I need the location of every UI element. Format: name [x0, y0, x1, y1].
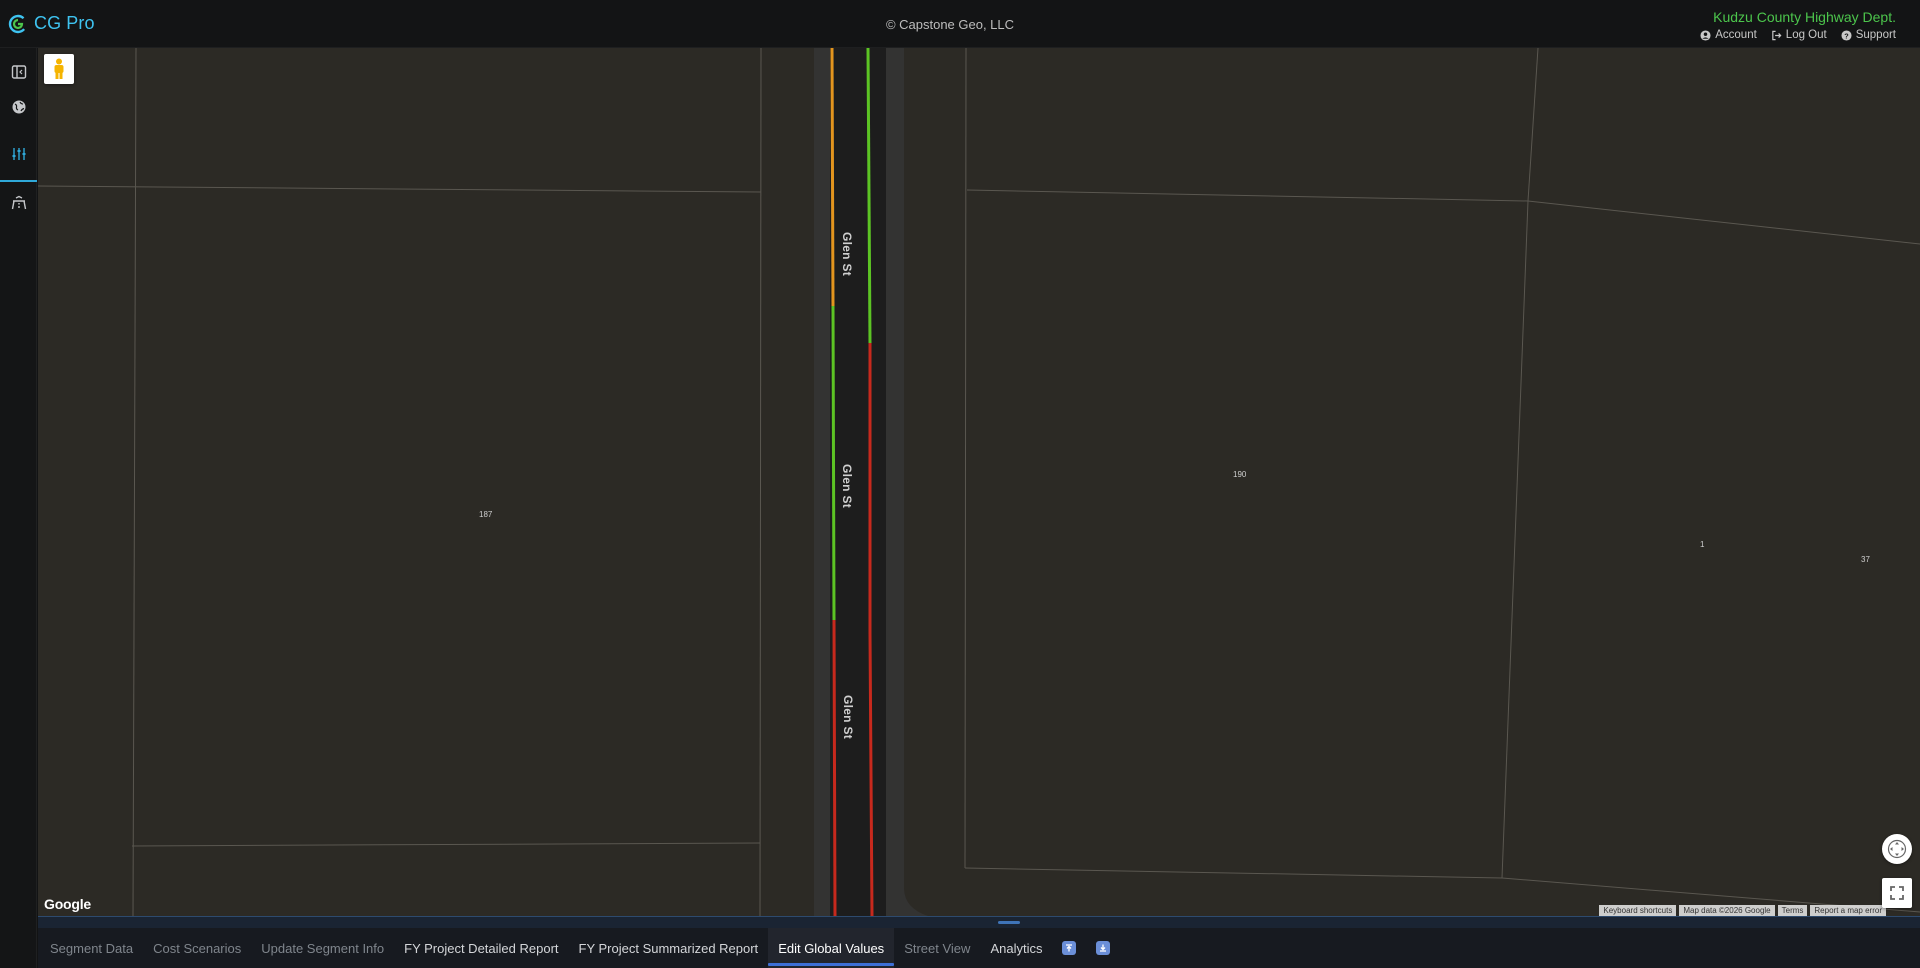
collapse-down-icon: [1096, 941, 1111, 955]
rail-road[interactable]: [0, 185, 37, 221]
expand-panel-button[interactable]: [1052, 928, 1086, 968]
logout-icon: [1772, 30, 1782, 40]
parcel-number: 190: [1233, 470, 1247, 479]
support-label: Support: [1855, 29, 1896, 41]
panel-splitter[interactable]: [38, 916, 1920, 928]
camera-control-icon: [1887, 839, 1907, 859]
parcel-number: 187: [479, 510, 493, 519]
fullscreen-button[interactable]: [1882, 878, 1912, 908]
segment-poor: [832, 619, 837, 916]
globe-icon: [12, 100, 25, 114]
street-view-pegman[interactable]: [44, 54, 74, 84]
segment-fair: [830, 48, 835, 307]
panel-toggle-icon: [11, 65, 26, 79]
rail-active-indicator: [0, 180, 37, 182]
rail-panel-toggle[interactable]: [0, 54, 37, 90]
side-rail: [0, 48, 37, 968]
bottom-tab-bar: Segment Data Cost Scenarios Update Segme…: [38, 928, 1920, 968]
tab-fy-project-detailed-report[interactable]: FY Project Detailed Report: [394, 928, 568, 968]
tab-cost-scenarios[interactable]: Cost Scenarios: [143, 928, 251, 968]
camera-control-button[interactable]: [1882, 834, 1912, 864]
street-label: Glen St: [840, 463, 855, 509]
account-circle-icon: [1700, 29, 1711, 41]
account-label: Account: [1715, 29, 1757, 41]
user-links: Account Log Out ? Support: [1700, 29, 1896, 41]
tab-edit-global-values[interactable]: Edit Global Values: [768, 928, 895, 968]
top-header: CG Pro © Capstone Geo, LLC Kudzu County …: [0, 0, 1920, 48]
report-error-link[interactable]: Report a map error: [1810, 905, 1886, 916]
map-canvas[interactable]: 187 190 1 37 Glen St Glen St Glen St Goo…: [38, 48, 1920, 916]
account-link[interactable]: Account: [1700, 29, 1757, 41]
keyboard-shortcuts-link[interactable]: Keyboard shortcuts: [1599, 905, 1677, 916]
tab-street-view[interactable]: Street View: [894, 928, 980, 968]
road-icon: [11, 195, 26, 210]
pegman-icon: [54, 58, 64, 79]
expand-up-icon: [1062, 941, 1077, 955]
sliders-icon: [12, 148, 25, 160]
parcel-number: 1: [1700, 540, 1705, 549]
logout-link[interactable]: Log Out: [1771, 29, 1827, 41]
tab-fy-project-summarized-report[interactable]: FY Project Summarized Report: [569, 928, 769, 968]
street-label: Glen St: [840, 231, 855, 277]
street-label: Glen St: [841, 694, 856, 740]
segment-good: [866, 48, 872, 344]
tab-segment-data[interactable]: Segment Data: [40, 928, 143, 968]
splitter-grip[interactable]: [998, 921, 1020, 924]
google-logo: Google: [44, 896, 92, 912]
segment-good: [831, 305, 836, 621]
copyright-text: © Capstone Geo, LLC: [885, 17, 1015, 32]
fullscreen-icon: [1890, 886, 1904, 900]
terms-link[interactable]: Terms: [1777, 905, 1808, 916]
help-circle-icon: ?: [1841, 29, 1852, 41]
svg-text:?: ?: [1844, 31, 1849, 40]
organization-name: Kudzu County Highway Dept.: [1713, 9, 1896, 25]
map-base-layer: [38, 48, 1920, 916]
parcel-number: 37: [1861, 555, 1870, 564]
collapse-panel-button[interactable]: [1086, 928, 1120, 968]
app-window: CG Pro © Capstone Geo, LLC Kudzu County …: [0, 0, 1920, 968]
logout-label: Log Out: [1785, 29, 1827, 41]
tab-analytics[interactable]: Analytics: [980, 928, 1052, 968]
rail-sliders[interactable]: [0, 136, 37, 172]
rail-globe[interactable]: [0, 89, 37, 125]
support-link[interactable]: ? Support: [1841, 29, 1896, 41]
tab-update-segment-info[interactable]: Update Segment Info: [251, 928, 394, 968]
map-data-text: Map data ©2026 Google: [1679, 905, 1775, 916]
map-attribution: Keyboard shortcuts Map data ©2026 Google…: [1596, 905, 1886, 916]
